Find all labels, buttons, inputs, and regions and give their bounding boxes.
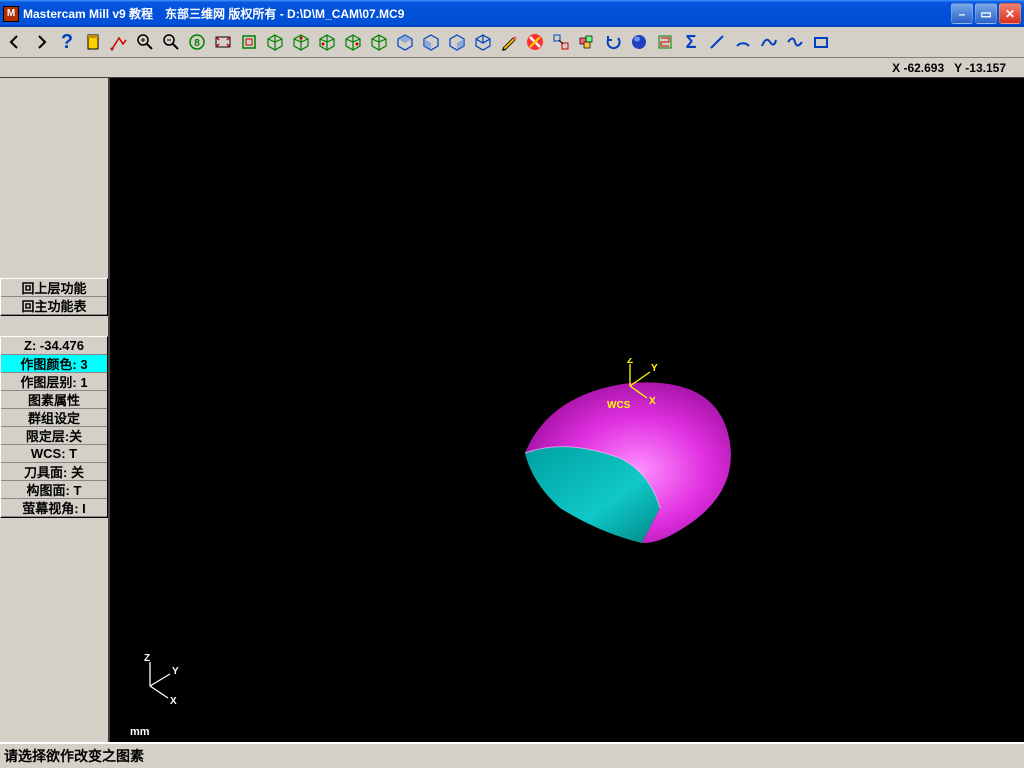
status-z[interactable]: Z: -34.476 [1,337,107,355]
svg-text:8: 8 [194,38,200,49]
svg-text:Y: Y [651,363,658,374]
app-icon: M [3,6,19,22]
undo-button[interactable] [600,29,626,55]
rect-tool-button[interactable] [808,29,834,55]
graphics-viewport[interactable]: Z Y WCS X Z Y X mm [110,78,1024,742]
svg-text:Y: Y [172,666,179,677]
spline-tool-button[interactable] [782,29,808,55]
sigma-button[interactable]: Σ [678,29,704,55]
cplane-side-button[interactable] [444,29,470,55]
coord-y: Y -13.157 [954,61,1006,75]
file-button[interactable] [80,29,106,55]
wcs-triad: Z Y WCS X [605,358,665,416]
maximize-button[interactable]: ▭ [975,3,997,24]
cplane-front-button[interactable] [418,29,444,55]
nav-back-button[interactable] [2,29,28,55]
zoom-8-button[interactable]: 8 [184,29,210,55]
gview-2-button[interactable] [288,29,314,55]
gview-1-button[interactable] [262,29,288,55]
status-limit-layer[interactable]: 限定层:关 [1,427,107,445]
prompt-bar: 请选择欲作改变之图素 [0,742,1024,768]
menu-back-layer[interactable]: 回上层功能 [1,279,107,297]
window-title: Mastercam Mill v9 教程 东部三维网 版权所有 - D:\D\M… [23,5,404,22]
arc-tool-button[interactable] [730,29,756,55]
status-tool-plane[interactable]: 刀具面: 关 [1,463,107,481]
gview-5-button[interactable] [366,29,392,55]
modify-button[interactable] [548,29,574,55]
status-screen-view[interactable]: 萤幕视角: I [1,499,107,517]
status-wcs[interactable]: WCS: T [1,445,107,463]
svg-text:WCS: WCS [607,400,631,411]
units-label: mm [130,726,150,738]
status-constr-plane[interactable]: 构图面: T [1,481,107,499]
toolpath-button[interactable] [652,29,678,55]
draw-button[interactable] [496,29,522,55]
analyze-button[interactable] [106,29,132,55]
gview-4-button[interactable] [340,29,366,55]
gview-3-button[interactable] [314,29,340,55]
model-surface [420,348,740,568]
status-draw-layer[interactable]: 作图层别: 1 [1,373,107,391]
delete-button[interactable] [522,29,548,55]
status-group-set[interactable]: 群组设定 [1,409,107,427]
view-triad: Z Y X [130,654,185,712]
cplane-top-button[interactable] [392,29,418,55]
line-tool-button[interactable] [704,29,730,55]
zoom-window-button[interactable] [158,29,184,55]
menu-back-main[interactable]: 回主功能表 [1,297,107,315]
svg-text:Z: Z [144,654,150,664]
svg-text:X: X [649,396,656,407]
side-menu: 回上层功能 回主功能表 Z: -34.476 作图颜色: 3 作图层别: 1 图… [0,78,110,742]
fit-button[interactable] [210,29,236,55]
nav-forward-button[interactable] [28,29,54,55]
svg-text:X: X [170,696,177,707]
help-button[interactable]: ? [54,29,80,55]
zoom-in-button[interactable] [132,29,158,55]
shade-button[interactable] [626,29,652,55]
xform-button[interactable] [574,29,600,55]
prompt-text: 请选择欲作改变之图素 [4,746,144,766]
main-toolbar: ? 8 Σ [0,27,1024,58]
svg-text:Z: Z [627,358,633,366]
cplane-iso-button[interactable] [470,29,496,55]
minimize-button[interactable]: – [951,3,973,24]
repaint-button[interactable] [236,29,262,55]
curve-tool-button[interactable] [756,29,782,55]
status-elem-attr[interactable]: 图素属性 [1,391,107,409]
coord-x: X -62.693 [892,61,944,75]
window-titlebar: M Mastercam Mill v9 教程 东部三维网 版权所有 - D:\D… [0,0,1024,27]
close-button[interactable]: ✕ [999,3,1021,24]
status-draw-color[interactable]: 作图颜色: 3 [1,355,107,373]
coordinate-bar: X -62.693 Y -13.157 [0,58,1024,78]
